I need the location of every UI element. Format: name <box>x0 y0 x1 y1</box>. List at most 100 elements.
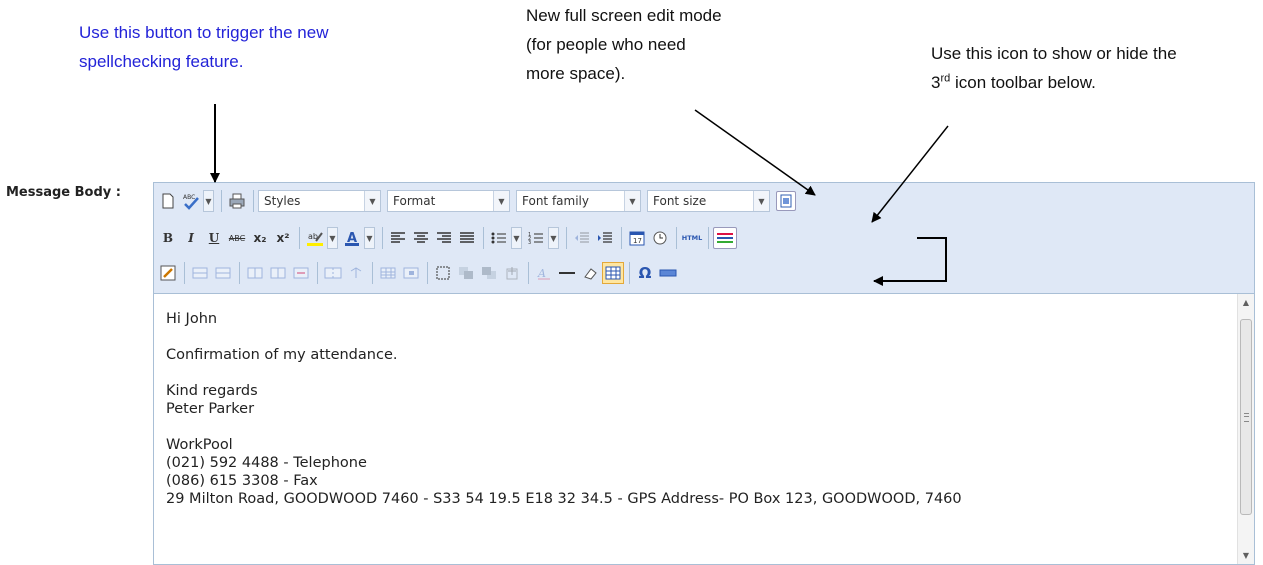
numbered-list-button[interactable]: 123 <box>525 227 547 249</box>
message-line: 29 Milton Road, GOODWOOD 7460 - S33 54 1… <box>166 491 962 507</box>
spellcheck-button[interactable]: ABC <box>180 190 202 212</box>
absolute-position-button[interactable] <box>501 262 523 284</box>
toolbar-row-1: ABC ▼ Styles ▼ Format ▼ Font family ▼ Fo… <box>157 188 797 214</box>
insert-time-button[interactable] <box>649 227 671 249</box>
visual-aid-icon <box>605 266 621 280</box>
toolbar-toggle-annotation-rest: icon toolbar below. <box>950 73 1096 92</box>
bullet-list-dropdown[interactable]: ▼ <box>511 227 522 249</box>
spellcheck-annotation-line1: Use this button to trigger the new <box>79 23 329 42</box>
font-size-select[interactable]: Font size ▼ <box>647 190 770 212</box>
table-properties-button[interactable] <box>377 262 399 284</box>
insert-form-field-button[interactable] <box>657 262 679 284</box>
spellcheck-dropdown[interactable]: ▼ <box>203 190 214 212</box>
move-forward-icon <box>459 267 473 279</box>
scroll-up-arrow-icon[interactable]: ▲ <box>1238 294 1254 311</box>
merge-cells-icon <box>324 267 342 279</box>
spellcheck-icon: ABC <box>183 194 199 210</box>
scrollbar-thumb[interactable] <box>1240 319 1252 515</box>
insert-row-after-button[interactable] <box>212 262 234 284</box>
align-center-icon <box>414 232 428 243</box>
visual-aid-button[interactable] <box>602 262 624 284</box>
numbered-list-dropdown[interactable]: ▼ <box>548 227 559 249</box>
print-button[interactable] <box>226 190 248 212</box>
chevron-down-icon: ▼ <box>364 191 380 211</box>
strikethrough-button[interactable]: ABC <box>226 227 248 249</box>
svg-text:ABC: ABC <box>183 194 195 201</box>
align-right-button[interactable] <box>433 227 455 249</box>
toolbar-separator <box>382 227 383 249</box>
bullet-list-button[interactable] <box>488 227 510 249</box>
align-left-icon <box>391 232 405 243</box>
special-character-button[interactable]: Ω <box>634 262 656 284</box>
style-props-button[interactable]: A <box>533 262 555 284</box>
toolbar-separator <box>621 227 622 249</box>
insert-column-after-button[interactable] <box>267 262 289 284</box>
message-line: Kind regards <box>166 383 258 399</box>
text-color-button[interactable]: A <box>341 227 363 249</box>
message-paragraph-greeting: Hi John <box>166 310 1225 328</box>
insert-layer-button[interactable] <box>432 262 454 284</box>
move-backward-button[interactable] <box>478 262 500 284</box>
font-family-select[interactable]: Font family ▼ <box>516 190 641 212</box>
fullscreen-annotation-line3: more space). <box>526 64 626 83</box>
align-center-button[interactable] <box>410 227 432 249</box>
fullscreen-button[interactable] <box>776 191 796 211</box>
toolbar-toggle-annotation-line1: Use this icon to show or hide the <box>931 44 1177 63</box>
calendar-icon: 17 <box>629 231 645 246</box>
insert-column-before-button[interactable] <box>244 262 266 284</box>
toolbar-row-3: A Ω <box>157 260 680 286</box>
highlight-color-button[interactable]: ab <box>304 227 326 249</box>
edit-content-button[interactable] <box>157 262 179 284</box>
html-source-button[interactable]: HTML <box>681 227 703 249</box>
text-color-dropdown[interactable]: ▼ <box>364 227 375 249</box>
message-line: Peter Parker <box>166 401 255 417</box>
spellcheck-annotation: Use this button to trigger the new spell… <box>79 18 328 76</box>
move-backward-icon <box>482 267 496 279</box>
styles-select[interactable]: Styles ▼ <box>258 190 381 212</box>
remove-format-button[interactable] <box>579 262 601 284</box>
vertical-scrollbar[interactable]: ▲ ▼ <box>1237 294 1254 564</box>
delete-column-button[interactable] <box>290 262 312 284</box>
italic-button[interactable]: I <box>180 227 202 249</box>
bold-button[interactable]: B <box>157 227 179 249</box>
move-forward-button[interactable] <box>455 262 477 284</box>
scroll-down-arrow-icon[interactable]: ▼ <box>1238 547 1254 564</box>
toolbar-separator <box>528 262 529 284</box>
merge-cells-button[interactable] <box>322 262 344 284</box>
svg-text:A: A <box>537 267 546 280</box>
insert-row-before-button[interactable] <box>189 262 211 284</box>
subscript-button[interactable]: x₂ <box>249 227 271 249</box>
input-field-icon <box>659 269 677 277</box>
toolbar-separator <box>566 227 567 249</box>
cell-properties-button[interactable] <box>400 262 422 284</box>
message-line: Confirmation of my attendance. <box>166 347 398 363</box>
toggle-toolbar-button[interactable] <box>713 227 737 249</box>
justify-button[interactable] <box>456 227 478 249</box>
rich-text-editor: ABC ▼ Styles ▼ Format ▼ Font family ▼ Fo… <box>153 182 1255 565</box>
message-body-editor[interactable]: Hi John Confirmation of my attendance. K… <box>154 294 1237 564</box>
edit-icon <box>160 265 176 281</box>
split-cells-icon <box>350 267 362 278</box>
message-paragraph-signoff: Kind regards Peter Parker <box>166 382 1225 418</box>
outdent-button[interactable] <box>571 227 593 249</box>
highlight-color-dropdown[interactable]: ▼ <box>327 227 338 249</box>
format-select-value: Format <box>393 194 436 208</box>
toolbar-toggle-annotation-line2: 3rd icon toolbar below. <box>931 68 1177 97</box>
insert-date-button[interactable]: 17 <box>626 227 648 249</box>
underline-button[interactable]: U <box>203 227 225 249</box>
horizontal-rule-button[interactable] <box>556 262 578 284</box>
superscript-button[interactable]: x² <box>272 227 294 249</box>
format-select[interactable]: Format ▼ <box>387 190 510 212</box>
message-line: WorkPool <box>166 437 233 453</box>
absolute-icon <box>506 267 518 280</box>
justify-icon <box>460 232 474 243</box>
align-left-button[interactable] <box>387 227 409 249</box>
toolbar-separator <box>184 262 185 284</box>
underline-label: U <box>208 231 220 245</box>
message-line: (086) 615 3308 - Fax <box>166 473 318 489</box>
indent-button[interactable] <box>594 227 616 249</box>
split-cells-button[interactable] <box>345 262 367 284</box>
new-document-button[interactable] <box>157 190 179 212</box>
toolbar-row-2: B I U ABC x₂ x² ab ▼ A ▼ ▼ 123 ▼ 17 HTML <box>157 225 738 251</box>
fullscreen-icon <box>780 194 792 208</box>
